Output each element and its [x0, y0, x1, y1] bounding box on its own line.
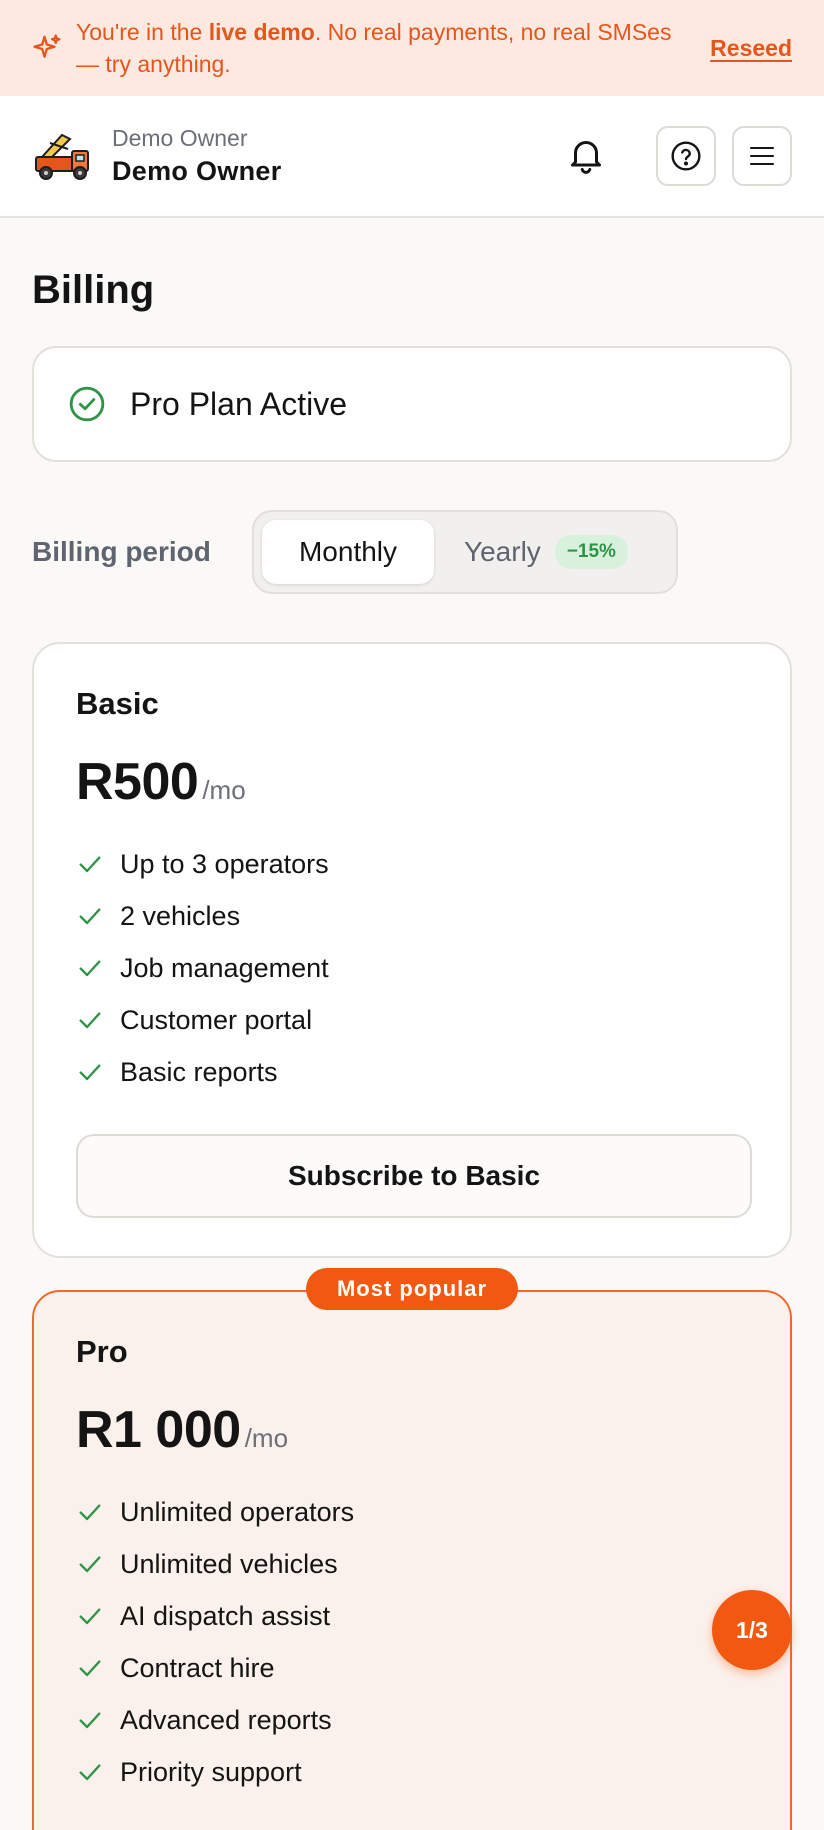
check-icon: [79, 908, 101, 925]
live-demo-highlight: live demo: [208, 19, 315, 45]
page-title: Billing: [32, 268, 155, 312]
org-name: Demo Owner: [112, 125, 248, 151]
plan-status-card: Pro Plan Active: [32, 346, 792, 462]
check-icon: [79, 960, 101, 977]
billing-period-toggle: Monthly Yearly −15%: [252, 510, 678, 594]
carousel-pager-button[interactable]: 1/3: [712, 1590, 792, 1670]
app-header: Demo Owner Demo Owner: [0, 96, 824, 218]
plan-status-text: Pro Plan Active: [130, 385, 347, 422]
help-icon: [671, 141, 701, 171]
feature-item: Basic reports: [76, 1046, 748, 1098]
check-icon: [79, 1608, 101, 1625]
demo-banner-message: You're in the live demo. No real payment…: [76, 19, 672, 77]
help-button[interactable]: [656, 126, 716, 186]
feature-list: Unlimited operators Unlimited vehicles A…: [76, 1486, 748, 1798]
feature-item: Contract hire: [76, 1642, 748, 1694]
reseed-link[interactable]: Reseed: [710, 35, 792, 62]
check-icon: [79, 856, 101, 873]
notification-bell-icon[interactable]: [564, 134, 608, 178]
plan-price: R1 000 /mo: [76, 1400, 748, 1460]
most-popular-badge: Most popular: [306, 1268, 518, 1310]
feature-item: Up to 3 operators: [76, 838, 748, 890]
plan-name: Basic: [76, 686, 159, 721]
check-icon: [79, 1660, 101, 1677]
discount-badge: −15%: [554, 535, 628, 569]
menu-icon: [750, 147, 774, 165]
user-name: Demo Owner: [112, 156, 282, 186]
feature-list: Up to 3 operators 2 vehicles Job managem…: [76, 838, 748, 1098]
plan-card-basic: Basic R500 /mo Up to 3 operators 2 vehic…: [32, 642, 792, 1258]
price-amount: R500: [76, 753, 199, 811]
price-amount: R1 000: [76, 1401, 241, 1459]
subscribe-basic-button[interactable]: Subscribe to Basic: [76, 1134, 752, 1218]
check-icon: [79, 1712, 101, 1729]
check-icon: [79, 1012, 101, 1029]
feature-item: Job management: [76, 942, 748, 994]
monthly-option[interactable]: Monthly: [262, 520, 434, 584]
feature-item: Customer portal: [76, 994, 748, 1046]
feature-item: 2 vehicles: [76, 890, 748, 942]
demo-banner: You're in the live demo. No real payment…: [0, 0, 824, 96]
billing-period-label: Billing period: [32, 536, 211, 567]
plan-card-pro: Pro R1 000 /mo Unlimited operators Unlim…: [32, 1290, 792, 1830]
feature-item: Priority support: [76, 1746, 748, 1798]
feature-item: Unlimited vehicles: [76, 1538, 748, 1590]
check-icon: [79, 1064, 101, 1081]
check-circle-icon: [69, 386, 105, 422]
sparkle-icon: [33, 34, 61, 58]
check-icon: [79, 1556, 101, 1573]
check-icon: [79, 1764, 101, 1781]
feature-item: AI dispatch assist: [76, 1590, 748, 1642]
feature-item: Unlimited operators: [76, 1486, 748, 1538]
yearly-label: Yearly: [464, 536, 541, 567]
feature-item: Advanced reports: [76, 1694, 748, 1746]
plan-name: Pro: [76, 1334, 128, 1369]
menu-button[interactable]: [732, 126, 792, 186]
account-info: Demo Owner Demo Owner: [112, 123, 282, 189]
yearly-option[interactable]: Yearly −15%: [434, 520, 628, 584]
tow-truck-logo: [35, 133, 89, 180]
check-icon: [79, 1504, 101, 1521]
billing-period-row: Billing period Monthly Yearly −15%: [32, 510, 792, 594]
price-period: /mo: [202, 775, 246, 805]
plan-price: R500 /mo: [76, 752, 748, 812]
price-period: /mo: [244, 1423, 289, 1453]
